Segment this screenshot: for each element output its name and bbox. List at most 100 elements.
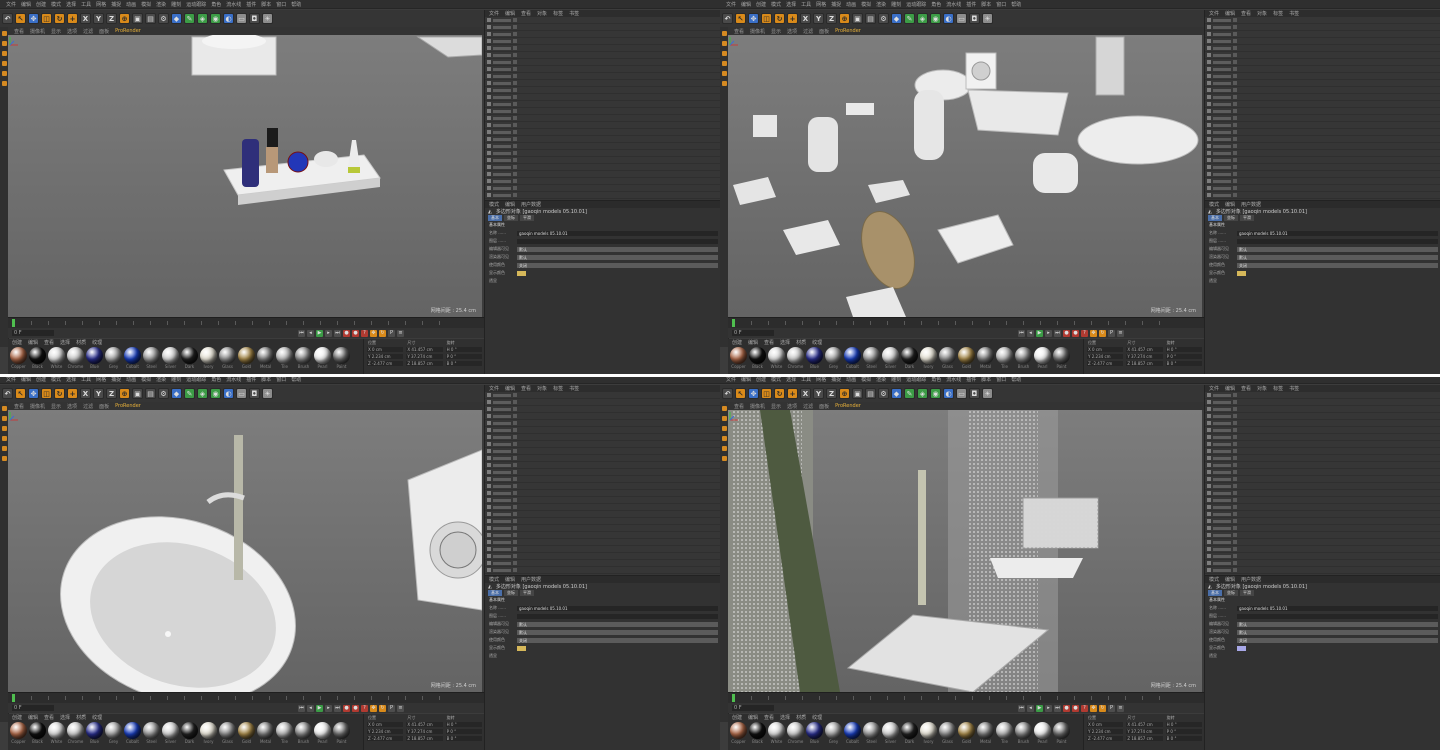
object-menu-item[interactable]: 书签 [1289,10,1299,17]
pen-icon[interactable]: ✎ [904,13,915,24]
mode-snap-icon[interactable] [721,456,727,461]
next-key-icon[interactable]: ▸ [1045,329,1052,337]
material-ball[interactable] [181,722,198,739]
viewport-menu-item[interactable]: 选项 [67,403,77,410]
material-ball[interactable] [143,347,160,364]
material-ball[interactable] [86,347,103,364]
menu-item[interactable]: 文件 [726,1,736,8]
attribute-mode-tab[interactable]: 基本 [488,590,502,596]
visibility-icon[interactable] [513,95,517,99]
object-row[interactable] [1205,525,1440,532]
material-ball[interactable] [48,722,65,739]
current-frame-field[interactable]: 0 F [12,705,54,711]
display-color-swatch[interactable] [517,270,526,276]
y-axis-button[interactable]: Y [813,13,824,24]
timeline-ruler[interactable] [728,692,1204,703]
mode-points-icon[interactable] [1,51,7,56]
object-row[interactable] [485,392,720,399]
timeline-menu-icon[interactable]: ≡ [1117,704,1124,712]
current-frame-field[interactable]: 0 F [12,330,54,336]
object-row[interactable] [1205,567,1440,574]
object-row[interactable] [1205,59,1440,66]
visibility-icon[interactable] [513,400,517,404]
current-frame-field[interactable]: 0 F [732,705,774,711]
menu-item[interactable]: 角色 [211,1,221,8]
menu-item[interactable]: 帮助 [291,1,301,8]
material-ball[interactable] [295,347,312,364]
object-row[interactable] [1205,17,1440,24]
viewport-menu-item[interactable]: 显示 [771,403,781,410]
object-row[interactable] [1205,546,1440,553]
deformer-icon[interactable]: ◐ [943,388,954,399]
object-row[interactable] [485,80,720,87]
attribute-mode-tab[interactable]: 基本 [1208,215,1222,221]
attribute-menu-item[interactable]: 用户数据 [521,201,541,208]
object-row[interactable] [485,94,720,101]
visibility-icon[interactable] [513,193,517,197]
visibility-icon[interactable] [513,172,517,176]
viewport-menu-item[interactable]: 显示 [51,28,61,35]
attribute-value[interactable]: gaoqin models 05.10.01 [1237,230,1438,236]
add-icon[interactable]: + [787,388,798,399]
visibility-icon[interactable] [1233,88,1237,92]
object-menu-item[interactable]: 标签 [553,10,563,17]
menu-item[interactable]: 流水线 [946,1,961,8]
coordinate-field[interactable]: P 0 ° [1165,354,1202,359]
material-ball[interactable] [29,722,46,739]
scale-icon[interactable]: ◫ [761,13,772,24]
scale-icon[interactable]: ◫ [41,13,52,24]
object-row[interactable] [1205,164,1440,171]
material-ball[interactable] [143,722,160,739]
key-position-icon[interactable]: ✥ [1090,704,1097,712]
subdivision-icon[interactable]: ◈ [197,13,208,24]
render-region-icon[interactable]: ▣ [852,388,863,399]
render-settings-icon[interactable]: ⚙ [878,13,889,24]
coordinate-field[interactable]: Y 2.234 cm [367,354,404,359]
object-row[interactable] [485,434,720,441]
object-row[interactable] [485,553,720,560]
object-row[interactable] [485,469,720,476]
material-ball[interactable] [219,722,236,739]
array-icon[interactable]: ◉ [210,388,221,399]
coordinate-field[interactable]: Y 2.234 cm [367,729,404,734]
viewport-menu-item[interactable]: 查看 [734,28,744,35]
attribute-mode-tab[interactable]: 坐标 [504,590,518,596]
material-menu-item[interactable]: 查看 [764,714,774,721]
visibility-icon[interactable] [1233,484,1237,488]
visibility-icon[interactable] [1233,74,1237,78]
object-row[interactable] [485,73,720,80]
attribute-menu-item[interactable]: 用户数据 [1241,201,1261,208]
next-key-icon[interactable]: ▸ [1045,704,1052,712]
visibility-icon[interactable] [513,158,517,162]
object-menu-item[interactable]: 标签 [1273,10,1283,17]
mode-model-icon[interactable] [1,31,7,36]
visibility-icon[interactable] [513,561,517,565]
go-end-icon[interactable]: ⏭ [1054,329,1061,337]
object-row[interactable] [485,115,720,122]
param-icon[interactable]: P [1108,704,1115,712]
visibility-icon[interactable] [1233,18,1237,22]
mode-edges-icon[interactable] [721,436,727,441]
visibility-icon[interactable] [1233,25,1237,29]
deformer-icon[interactable]: ◐ [223,388,234,399]
cube-icon[interactable]: ◆ [171,13,182,24]
visibility-icon[interactable] [1233,477,1237,481]
menu-item[interactable]: 选择 [66,1,76,8]
material-ball[interactable] [901,347,918,364]
object-row[interactable] [1205,129,1440,136]
rotate-icon[interactable]: ↻ [54,388,65,399]
keyframe-icon[interactable]: ? [361,329,368,337]
rotate-icon[interactable]: ↻ [774,388,785,399]
menu-item[interactable]: 工具 [801,1,811,8]
add-icon[interactable]: + [787,13,798,24]
visibility-icon[interactable] [513,554,517,558]
object-row[interactable] [1205,31,1440,38]
menu-item[interactable]: 捕捉 [831,1,841,8]
timeline-ruler[interactable] [728,317,1204,328]
object-menu-item[interactable]: 查看 [1241,10,1251,17]
visibility-icon[interactable] [513,25,517,29]
material-ball[interactable] [1015,722,1032,739]
coordinate-system-icon[interactable]: ⊕ [839,388,850,399]
material-menu-item[interactable]: 编辑 [748,714,758,721]
menu-item[interactable]: 运动跟踪 [186,1,206,8]
